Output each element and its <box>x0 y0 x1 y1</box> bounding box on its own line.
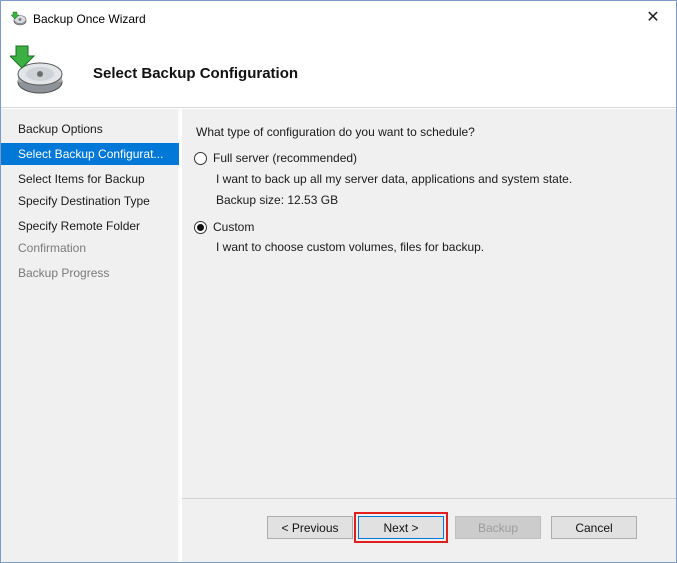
window-title: Backup Once Wizard <box>33 12 146 26</box>
wizard-window: Backup Once Wizard ✕ Select Backup Confi… <box>0 0 677 563</box>
close-icon: ✕ <box>646 9 660 26</box>
sidebar-item-select-backup-configuration[interactable]: Select Backup Configurat... <box>1 143 179 165</box>
custom-description: I want to choose custom volumes, files f… <box>216 240 485 254</box>
backup-disk-icon <box>11 11 27 26</box>
configuration-question: What type of configuration do you want t… <box>196 125 475 139</box>
sidebar-item-backup-options[interactable]: Backup Options <box>1 118 179 140</box>
backup-button: Backup <box>455 516 541 539</box>
title-bar: Backup Once Wizard ✕ <box>1 1 676 33</box>
cancel-button[interactable]: Cancel <box>551 516 637 539</box>
custom-radio[interactable] <box>194 220 207 234</box>
close-button[interactable]: ✕ <box>630 1 676 33</box>
wizard-footer: < Previous Next > Backup Cancel <box>182 499 676 562</box>
backup-size-text: Backup size: 12.53 GB <box>216 193 339 207</box>
backup-disk-arrow-icon <box>10 45 63 94</box>
page-title: Select Backup Configuration <box>93 65 299 82</box>
wizard-header: Select Backup Configuration <box>1 33 676 108</box>
next-button[interactable]: Next > <box>354 512 448 543</box>
previous-button[interactable]: < Previous <box>267 516 353 539</box>
main-content: What type of configuration do you want t… <box>182 109 676 562</box>
custom-label: Custom <box>213 220 255 234</box>
full-server-radio[interactable] <box>194 151 207 165</box>
wizard-steps-sidebar: Backup Options Select Backup Configurat.… <box>1 109 180 562</box>
sidebar-item-select-items-for-backup[interactable]: Select Items for Backup <box>1 168 179 190</box>
sidebar-item-specify-destination-type[interactable]: Specify Destination Type <box>1 190 179 212</box>
sidebar-item-backup-progress: Backup Progress <box>18 266 110 280</box>
full-server-option[interactable]: Full server (recommended) <box>194 151 357 165</box>
sidebar-item-specify-remote-folder[interactable]: Specify Remote Folder <box>1 215 179 237</box>
custom-option[interactable]: Custom <box>194 220 254 234</box>
full-server-label: Full server (recommended) <box>213 151 358 165</box>
full-server-description: I want to back up all my server data, ap… <box>216 172 573 186</box>
sidebar-item-confirmation: Confirmation <box>18 241 87 255</box>
